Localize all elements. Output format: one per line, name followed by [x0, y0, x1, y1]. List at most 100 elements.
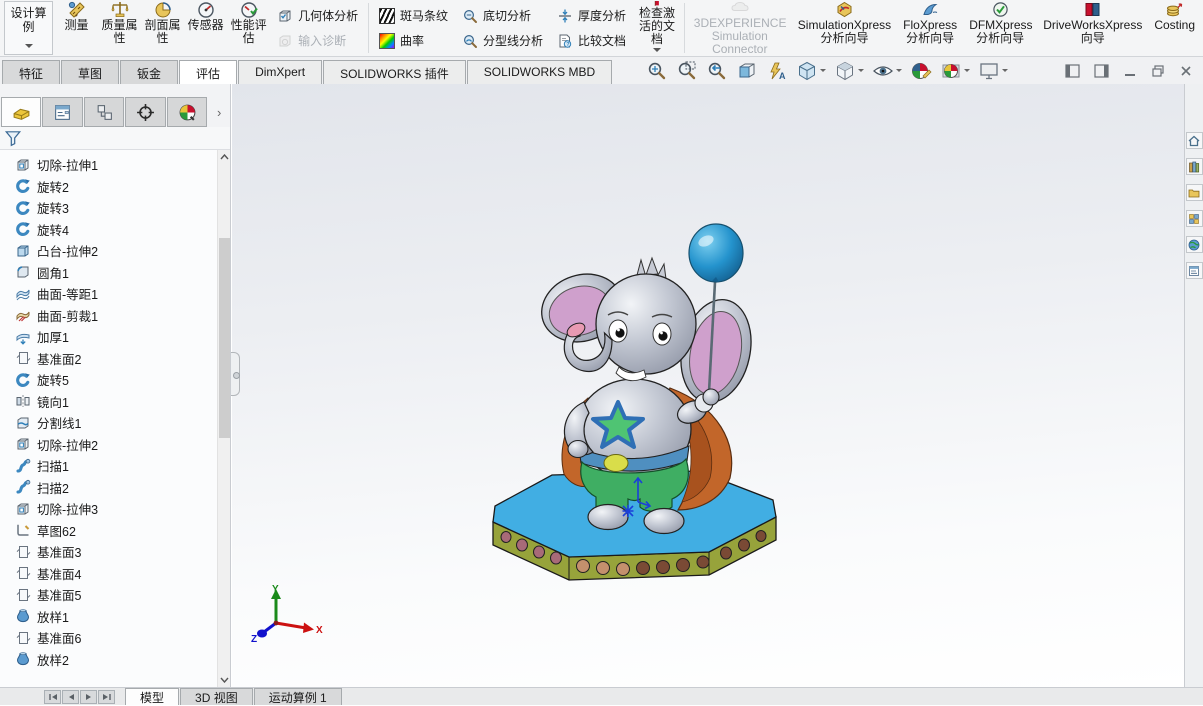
minimize-icon[interactable]: [1123, 64, 1137, 78]
view-settings-button[interactable]: [977, 59, 1009, 83]
section-properties-button[interactable]: 剖面属性: [141, 0, 184, 56]
tab-propertymanager[interactable]: [42, 97, 83, 127]
floxpress-button[interactable]: FloXpress 分析向导: [897, 0, 963, 56]
sensor-button[interactable]: 传感器: [184, 0, 227, 56]
zoom-to-area-button[interactable]: [675, 59, 699, 83]
previous-tab-button[interactable]: [62, 689, 79, 704]
performance-evaluation-button[interactable]: 性能评估: [227, 0, 270, 56]
tree-item[interactable]: 草图62: [0, 520, 230, 542]
tab-solidworks-addins[interactable]: SOLIDWORKS 插件: [323, 59, 466, 84]
costing-button[interactable]: Costing: [1148, 0, 1201, 56]
parting-line-analysis-button[interactable]: 分型线分析: [458, 28, 547, 53]
custom-properties-button[interactable]: [1185, 262, 1203, 279]
section-view-button[interactable]: [735, 59, 759, 83]
tab-3d-views[interactable]: 3D 视图: [180, 688, 253, 705]
scrollbar-thumb[interactable]: [219, 238, 230, 438]
undercut-analysis-button[interactable]: 底切分析: [458, 3, 547, 28]
tree-item[interactable]: 扫描2: [0, 477, 230, 499]
curvature-button[interactable]: 曲率: [375, 28, 452, 53]
tree-item[interactable]: 切除-拉伸2: [0, 434, 230, 456]
next-tab-button[interactable]: [80, 689, 97, 704]
tree-item[interactable]: 曲面-等距1: [0, 283, 230, 305]
chevron-down-icon: [652, 48, 661, 56]
tree-item[interactable]: 基准面2: [0, 348, 230, 370]
tab-sheet-metal-label: 钣金: [137, 66, 162, 81]
tree-item[interactable]: 旋转4: [0, 219, 230, 241]
tree-item[interactable]: 曲面-剪裁1: [0, 305, 230, 327]
thickness-analysis-button[interactable]: 厚度分析: [553, 3, 630, 28]
tab-model[interactable]: 模型: [125, 688, 180, 705]
tree-item[interactable]: 旋转2: [0, 176, 230, 198]
tree-item[interactable]: 凸台-拉伸2: [0, 240, 230, 262]
first-tab-button[interactable]: [44, 689, 61, 704]
measure-button[interactable]: 测量: [55, 0, 98, 56]
apply-scene-button[interactable]: [939, 59, 971, 83]
elephant-3d-model[interactable]: [466, 216, 836, 611]
view-palette-button[interactable]: [1185, 210, 1203, 227]
view-orientation-button[interactable]: [795, 59, 827, 83]
panel-splitter-handle[interactable]: [231, 352, 240, 396]
tree-item[interactable]: 基准面5: [0, 584, 230, 606]
driveworksxpress-button[interactable]: DriveWorksXpress 向导: [1037, 0, 1148, 56]
tree-item[interactable]: 扫描1: [0, 455, 230, 477]
file-explorer-button[interactable]: [1185, 184, 1203, 201]
tree-item[interactable]: 基准面3: [0, 541, 230, 563]
tab-sheet-metal[interactable]: 钣金: [120, 59, 179, 84]
scroll-down-button[interactable]: [218, 673, 230, 687]
tab-sketch[interactable]: 草图: [61, 59, 120, 84]
tree-item[interactable]: 分割线1: [0, 412, 230, 434]
edit-appearance-button[interactable]: [909, 59, 933, 83]
design-study-button[interactable]: 设计算例: [4, 1, 54, 55]
zoom-to-fit-button[interactable]: [645, 59, 669, 83]
tab-configurationmanager[interactable]: [83, 97, 125, 127]
panel-tabs-overflow-button[interactable]: ›: [208, 97, 230, 127]
tab-3d-views-label: 3D 视图: [195, 691, 238, 705]
tab-dimxpert[interactable]: DimXpert: [238, 59, 323, 84]
tree-item[interactable]: 放样1: [0, 606, 230, 628]
dfmxpress-button[interactable]: DFMXpress 分析向导: [963, 0, 1037, 56]
last-tab-button[interactable]: [98, 689, 115, 704]
close-icon[interactable]: [1179, 64, 1193, 78]
tree-item[interactable]: 基准面6: [0, 627, 230, 649]
compare-documents-button[interactable]: ? 比较文档: [553, 28, 630, 53]
hide-show-items-button[interactable]: [871, 59, 903, 83]
tab-dimxpertmanager[interactable]: [125, 97, 166, 127]
annotation-view-button[interactable]: A: [765, 59, 789, 83]
plane-icon: [15, 565, 31, 581]
tree-scrollbar[interactable]: [217, 150, 230, 687]
3dexperience-simulation-connector-button[interactable]: 3DEXPERIENCE Simulation Connector: [688, 0, 792, 56]
tab-displaymanager[interactable]: [166, 97, 208, 127]
graphics-viewport[interactable]: Y X Z: [232, 84, 1184, 687]
scroll-up-button[interactable]: [218, 150, 230, 164]
tree-item[interactable]: 基准面4: [0, 563, 230, 585]
tree-item[interactable]: 镜向1: [0, 391, 230, 413]
simulationxpress-button[interactable]: SimulationXpress 分析向导: [792, 0, 897, 56]
tree-item[interactable]: 旋转3: [0, 197, 230, 219]
mass-properties-button[interactable]: 质量属性: [98, 0, 141, 56]
filter-icon[interactable]: [4, 129, 22, 147]
tab-featuremanager-design-tree[interactable]: [1, 97, 42, 127]
pane-left-icon[interactable]: [1065, 63, 1080, 78]
restore-icon[interactable]: [1151, 64, 1165, 78]
tab-solidworks-mbd[interactable]: SOLIDWORKS MBD: [466, 59, 613, 84]
geometry-analysis-button[interactable]: 几何体分析: [273, 3, 362, 28]
tree-item[interactable]: 切除-拉伸3: [0, 498, 230, 520]
previous-view-button[interactable]: [705, 59, 729, 83]
appearances-button[interactable]: [1185, 236, 1203, 253]
zebra-stripes-button[interactable]: 斑马条纹: [375, 3, 452, 28]
resources-home-button[interactable]: [1185, 132, 1203, 149]
tree-item[interactable]: 圆角1: [0, 262, 230, 284]
tree-item[interactable]: 切除-拉伸1: [0, 154, 230, 176]
tree-item[interactable]: 加厚1: [0, 326, 230, 348]
tree-item[interactable]: 放样2: [0, 649, 230, 671]
import-diagnostics-button[interactable]: 输入诊断: [273, 28, 362, 53]
tab-features[interactable]: 特征: [2, 59, 61, 84]
tree-item[interactable]: 旋转5: [0, 369, 230, 391]
geometry-analysis-icon: [279, 10, 291, 21]
design-library-button[interactable]: [1185, 158, 1203, 175]
tab-evaluate[interactable]: 评估: [179, 59, 238, 84]
tab-motion-study-1[interactable]: 运动算例 1: [253, 688, 342, 705]
check-active-document-button[interactable]: 检查激活的文档: [633, 0, 681, 56]
display-style-button[interactable]: [833, 59, 865, 83]
pane-right-icon[interactable]: [1094, 63, 1109, 78]
